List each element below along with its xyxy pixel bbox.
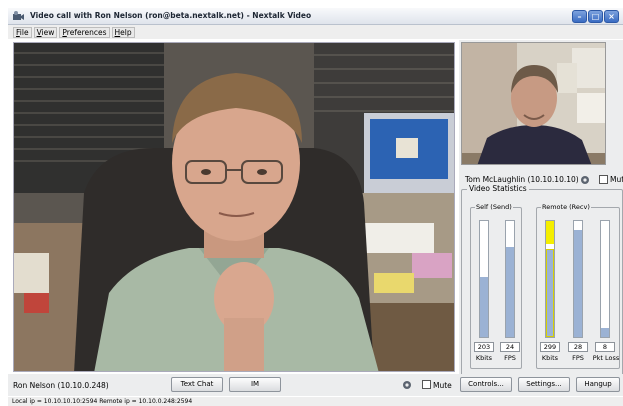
remote-kbits-meter [545, 220, 555, 338]
self-mute-checkbox[interactable] [599, 175, 608, 184]
remote-kbits-fill [546, 248, 554, 337]
remote-pktloss-label: Pkt Loss [592, 354, 620, 362]
remote-kbits-label: Kbits [541, 354, 559, 362]
remote-video-frame [14, 43, 454, 371]
video-statistics-group: Video Statistics Self (Send) 203 24 Kbit… [461, 184, 623, 376]
settings-button[interactable]: Settings... [518, 377, 570, 392]
self-kbits-meter [479, 220, 489, 338]
self-preview [461, 42, 606, 165]
remote-video [13, 42, 455, 372]
self-fps-fill [506, 246, 514, 337]
side-panel: Tom McLaughlin (10.10.10.10) Mute Video … [459, 40, 623, 376]
remote-pktloss-value: 8 [595, 342, 615, 352]
controls-button[interactable]: Controls... [460, 377, 512, 392]
gear-icon[interactable] [580, 175, 590, 185]
menu-help[interactable]: Help [111, 26, 135, 38]
remote-pktloss-meter [600, 220, 610, 338]
remote-fps-meter [573, 220, 583, 338]
self-fps-label: FPS [504, 354, 516, 362]
window-title: Video call with Ron Nelson (ron@beta.nex… [30, 11, 312, 20]
self-fps-meter [505, 220, 515, 338]
remote-fps-fill [574, 230, 582, 337]
self-kbits-value: 203 [474, 342, 494, 352]
status-bar: Local ip = 10.10.10.10:2594 Remote ip = … [8, 397, 623, 406]
window-controls: – □ × [572, 10, 619, 23]
close-button[interactable]: × [604, 10, 619, 23]
camera-icon [13, 11, 24, 20]
menu-preferences[interactable]: Preferences [59, 26, 110, 38]
menu-view[interactable]: View [33, 26, 58, 38]
remote-fps-value: 28 [568, 342, 588, 352]
remote-recv-group: Remote (Recv) 299 28 8 Kbits FPS Pkt Los… [536, 203, 620, 369]
minimize-button[interactable]: – [572, 10, 587, 23]
mute-label: Mute [433, 381, 452, 390]
self-kbits-fill [480, 276, 488, 337]
self-mute-label: Mute [610, 175, 623, 184]
remote-name-label: Ron Nelson (10.10.0.248) [13, 381, 109, 390]
video-statistics-title: Video Statistics [467, 184, 529, 193]
hangup-button[interactable]: Hangup [576, 377, 620, 392]
self-video-frame [462, 43, 605, 164]
self-fps-value: 24 [500, 342, 520, 352]
remote-recv-title: Remote (Recv) [541, 203, 591, 211]
remote-kbits-peak [546, 221, 554, 245]
title-bar: Video call with Ron Nelson (ron@beta.nex… [8, 8, 623, 25]
remote-fps-label: FPS [572, 354, 584, 362]
maximize-button[interactable]: □ [588, 10, 603, 23]
remote-kbits-value: 299 [540, 342, 560, 352]
call-controls-bar: Ron Nelson (10.10.0.248) Text Chat IM Mu… [8, 374, 623, 396]
mute-checkbox[interactable] [422, 380, 431, 389]
menu-file[interactable]: File [13, 26, 32, 38]
self-send-title: Self (Send) [475, 203, 513, 211]
gear-icon[interactable] [402, 380, 412, 390]
self-name-label: Tom McLaughlin (10.10.10.10) [465, 175, 579, 184]
menu-bar: File View Preferences Help [8, 25, 623, 39]
self-send-group: Self (Send) 203 24 Kbits FPS [470, 203, 522, 369]
self-kbits-label: Kbits [475, 354, 493, 362]
im-button[interactable]: IM [229, 377, 281, 392]
remote-pktloss-fill [601, 327, 609, 337]
text-chat-button[interactable]: Text Chat [171, 377, 223, 392]
